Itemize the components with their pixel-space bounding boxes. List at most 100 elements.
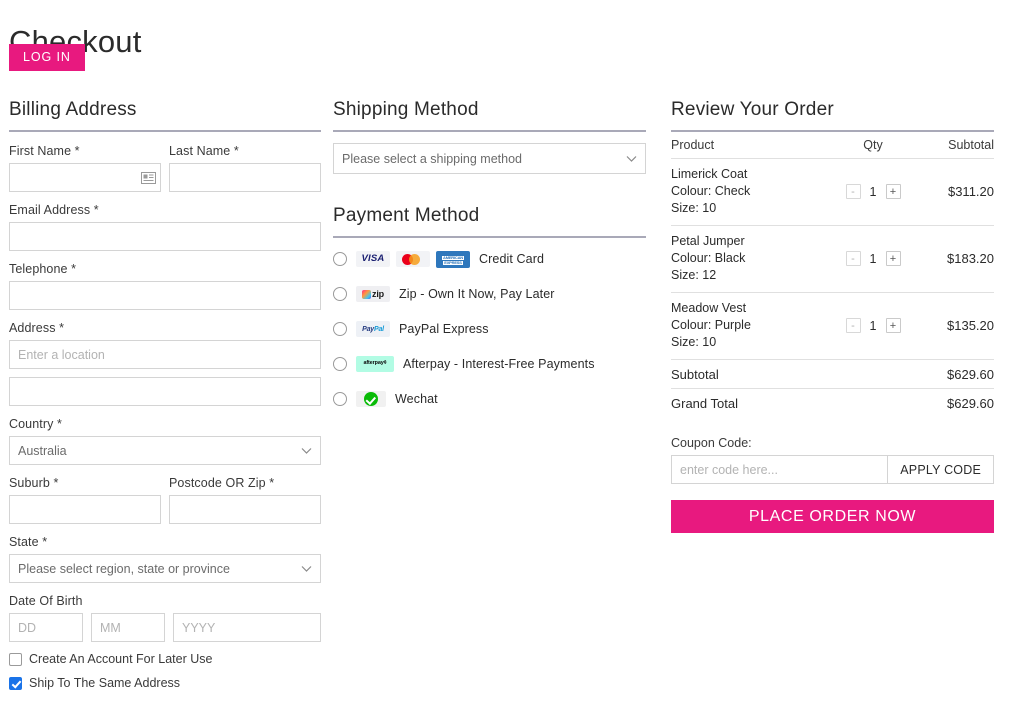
payment-method-heading: Payment Method [333,205,480,226]
dob-month-input[interactable] [91,613,165,642]
postcode-input[interactable] [169,495,321,524]
payment-option-credit-card[interactable]: VISA AMERICAN EXPRESS Credit Card [333,249,646,269]
create-account-checkbox[interactable] [9,652,22,666]
coupon-code-label: Coupon Code: [671,436,752,450]
log-in-button[interactable]: LOG IN [9,44,85,71]
credit-card-label: Credit Card [479,252,545,266]
date-of-birth-label: Date Of Birth [9,594,83,608]
order-item-size: Size: 10 [671,201,717,215]
address-line-2-input[interactable] [9,377,321,406]
create-account-checkbox-row[interactable]: Create An Account For Later Use [9,652,321,666]
zip-label: Zip - Own It Now, Pay Later [399,287,555,301]
order-item-colour: Colour: Purple [671,318,751,332]
increase-quantity-button[interactable]: + [885,184,901,199]
grand-total-label: Grand Total [671,396,738,411]
increase-quantity-button[interactable]: + [885,318,901,333]
payment-option-paypal[interactable]: Pay Pal PayPal Express [333,319,646,339]
shipping-method-heading: Shipping Method [333,99,479,120]
zip-radio[interactable] [333,287,347,301]
wechat-radio[interactable] [333,392,347,406]
suburb-input[interactable] [9,495,161,524]
apply-code-button[interactable]: APPLY CODE [887,455,994,484]
state-label: State * [9,535,48,549]
quantity-stepper: - 1 + [830,251,916,266]
order-table-header: Product Qty Subtotal [671,138,994,159]
credit-card-radio[interactable] [333,252,347,266]
address-input[interactable] [9,340,321,369]
zip-logo-text: zip [372,288,384,299]
suburb-field-group: Suburb * [9,475,161,524]
order-item-subtotal: $183.20 [947,251,994,266]
dob-day-input[interactable] [9,613,83,642]
decrease-quantity-button[interactable]: - [845,318,861,333]
payment-option-afterpay[interactable]: afterpay¢ Afterpay - Interest-Free Payme… [333,354,646,374]
order-item-details: Meadow Vest Colour: Purple Size: 10 [671,300,830,351]
last-name-input[interactable] [169,163,321,192]
suburb-label: Suburb * [9,476,59,490]
first-name-input[interactable] [9,163,161,192]
mastercard-logo [396,251,430,267]
quantity-stepper: - 1 + [830,184,916,199]
column-header-subtotal: Subtotal [948,138,994,152]
order-item-size: Size: 10 [671,335,717,349]
order-item-subtotal: $311.20 [947,184,994,199]
email-label: Email Address * [9,203,99,217]
order-item-size: Size: 12 [671,268,717,282]
increase-quantity-button[interactable]: + [885,251,901,266]
ship-same-address-label: Ship To The Same Address [29,676,181,690]
ship-same-address-checkbox[interactable] [9,676,22,690]
last-name-label: Last Name * [169,144,239,158]
grand-total-row: Grand Total $629.60 [671,389,994,417]
decrease-quantity-button[interactable]: - [845,184,861,199]
review-order-section: Review Your Order Product Qty Subtotal L… [671,98,994,533]
table-row: Meadow Vest Colour: Purple Size: 10 - 1 … [671,293,994,360]
address-field-group: Address * [9,320,321,369]
first-name-label: First Name * [9,144,80,158]
ship-same-address-checkbox-row[interactable]: Ship To The Same Address [9,676,321,690]
coupon-code-group: APPLY CODE [671,455,994,484]
order-item-details: Limerick Coat Colour: Check Size: 10 [671,166,830,217]
address-line-2-group [9,377,321,406]
afterpay-radio[interactable] [333,357,347,371]
first-name-field-group: First Name * [9,143,161,192]
payment-divider [333,236,646,238]
shipping-divider [333,130,646,132]
suburb-postcode-row: Suburb * Postcode OR Zip * [9,475,321,524]
subtotal-row: Subtotal $629.60 [671,360,994,389]
email-input[interactable] [9,222,321,251]
payment-option-wechat[interactable]: Wechat [333,389,646,409]
state-select[interactable]: Please select region, state or province [9,554,321,583]
decrease-quantity-button[interactable]: - [845,251,861,266]
postcode-field-group: Postcode OR Zip * [169,475,321,524]
column-header-qty: Qty [863,138,883,152]
paypal-logo: Pay Pal [356,321,390,337]
state-field-group: State * Please select region, state or p… [9,534,321,583]
country-select[interactable]: Australia [9,436,321,465]
paypal-logo-pal: Pal [373,325,384,333]
table-row: Petal Jumper Colour: Black Size: 12 - 1 … [671,226,994,293]
country-label: Country * [9,417,63,431]
order-item-name: Petal Jumper [671,234,745,248]
shipping-method-select[interactable]: Please select a shipping method [333,143,646,174]
amex-logo-bottom: EXPRESS [443,259,463,265]
afterpay-label: Afterpay - Interest-Free Payments [403,357,595,371]
coupon-code-input[interactable] [671,455,888,484]
contact-card-icon[interactable] [141,171,156,184]
place-order-button[interactable]: PLACE ORDER NOW [671,500,994,533]
create-account-label: Create An Account For Later Use [29,652,213,666]
amex-logo: AMERICAN EXPRESS [436,250,470,268]
dob-year-input[interactable] [173,613,321,642]
shipping-payment-column: Shipping Method Please select a shipping… [333,98,646,424]
order-item-colour: Colour: Black [671,251,746,265]
order-item-subtotal: $135.20 [947,318,994,333]
grand-total-value: $629.60 [947,396,994,411]
column-header-product: Product [671,138,715,152]
telephone-input[interactable] [9,281,321,310]
email-field-group: Email Address * [9,202,321,251]
order-item-name: Meadow Vest [671,301,747,315]
subtotal-value: $629.60 [947,367,994,382]
paypal-radio[interactable] [333,322,347,336]
paypal-label: PayPal Express [399,322,489,336]
payment-option-zip[interactable]: zip Zip - Own It Now, Pay Later [333,284,646,304]
country-field-group: Country * Australia [9,416,321,465]
